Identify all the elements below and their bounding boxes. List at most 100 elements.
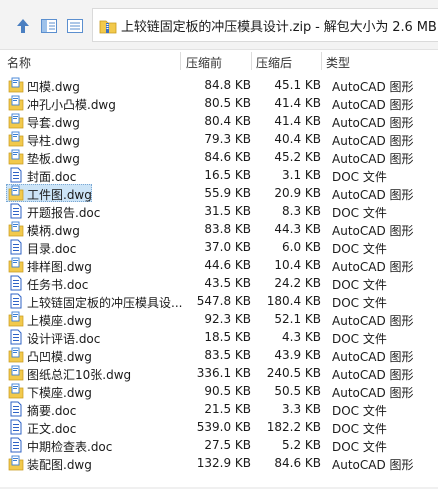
file-compressed-size: 43.9 KB bbox=[274, 348, 321, 362]
file-name: 凹模.dwg bbox=[27, 80, 80, 94]
toggle-pane-button[interactable] bbox=[40, 17, 58, 35]
file-row[interactable]: 开题报告.doc 31.5 KB 8.3 KB DOC 文件 bbox=[0, 202, 438, 220]
file-row[interactable]: 工件图.dwg 55.9 KB 20.9 KB AutoCAD 图形 bbox=[0, 184, 438, 202]
dwg-icon bbox=[8, 131, 24, 147]
file-packed-size: 44.6 KB bbox=[204, 258, 251, 272]
file-row[interactable]: 排样图.dwg 44.6 KB 10.4 KB AutoCAD 图形 bbox=[0, 256, 438, 274]
column-header: 名称 压缩前 压缩后 类型 bbox=[0, 52, 438, 70]
file-name: 开题报告.doc bbox=[27, 206, 101, 220]
file-packed-size: 80.4 KB bbox=[204, 114, 251, 128]
doc-icon bbox=[8, 239, 24, 255]
column-packed-header[interactable]: 压缩前 bbox=[186, 54, 222, 71]
file-compressed-size: 6.0 KB bbox=[282, 240, 321, 254]
file-row[interactable]: 凸凹模.dwg 83.5 KB 43.9 KB AutoCAD 图形 bbox=[0, 346, 438, 364]
file-packed-size: 18.5 KB bbox=[204, 330, 251, 344]
file-packed-size: 21.5 KB bbox=[204, 402, 251, 416]
file-packed-size: 80.5 KB bbox=[204, 96, 251, 110]
dwg-icon bbox=[8, 347, 24, 363]
doc-icon bbox=[8, 293, 24, 309]
file-row[interactable]: 冲孔小凸模.dwg 80.5 KB 41.4 KB AutoCAD 图形 bbox=[0, 94, 438, 112]
doc-icon bbox=[8, 275, 24, 291]
file-row[interactable]: 封面.doc 16.5 KB 3.1 KB DOC 文件 bbox=[0, 166, 438, 184]
file-name: 上模座.dwg bbox=[27, 314, 92, 328]
dwg-icon bbox=[8, 455, 24, 471]
up-level-button[interactable] bbox=[14, 17, 32, 35]
file-name: 目录.doc bbox=[27, 242, 77, 256]
file-row[interactable]: 导套.dwg 80.4 KB 41.4 KB AutoCAD 图形 bbox=[0, 112, 438, 130]
dwg-icon bbox=[8, 113, 24, 129]
file-compressed-size: 182.2 KB bbox=[266, 420, 321, 434]
address-bar[interactable]: 上较链固定板的冲压模具设计.zip - 解包大小为 2.6 MB bbox=[92, 8, 438, 42]
file-compressed-size: 50.5 KB bbox=[274, 384, 321, 398]
file-compressed-size: 20.9 KB bbox=[274, 186, 321, 200]
view-mode-button[interactable] bbox=[66, 17, 84, 35]
column-divider[interactable] bbox=[251, 52, 252, 70]
file-row[interactable]: 垫板.dwg 84.6 KB 45.2 KB AutoCAD 图形 bbox=[0, 148, 438, 166]
file-row[interactable]: 上较链固定板的冲压模具设... 547.8 KB 180.4 KB DOC 文件 bbox=[0, 292, 438, 310]
file-row[interactable]: 凹模.dwg 84.8 KB 45.1 KB AutoCAD 图形 bbox=[0, 76, 438, 94]
file-row[interactable]: 任务书.doc 43.5 KB 24.2 KB DOC 文件 bbox=[0, 274, 438, 292]
file-packed-size: 31.5 KB bbox=[204, 204, 251, 218]
file-row[interactable]: 中期检查表.doc 27.5 KB 5.2 KB DOC 文件 bbox=[0, 436, 438, 454]
doc-icon bbox=[8, 203, 24, 219]
file-type: AutoCAD 图形 bbox=[332, 188, 414, 202]
dwg-icon bbox=[8, 365, 24, 381]
file-list: 凹模.dwg 84.8 KB 45.1 KB AutoCAD 图形 冲孔小凸模.dwg 8… bbox=[0, 76, 438, 472]
column-divider[interactable] bbox=[321, 52, 322, 70]
file-name: 设计评语.doc bbox=[27, 332, 101, 346]
file-packed-size: 84.8 KB bbox=[204, 78, 251, 92]
file-type: DOC 文件 bbox=[332, 332, 387, 346]
file-row[interactable]: 图纸总汇10张.dwg 336.1 KB 240.5 KB AutoCAD 图形 bbox=[0, 364, 438, 382]
column-divider[interactable] bbox=[180, 52, 181, 70]
file-packed-size: 547.8 KB bbox=[196, 294, 251, 308]
doc-icon bbox=[8, 329, 24, 345]
file-name: 工件图.dwg bbox=[27, 188, 92, 202]
file-type: AutoCAD 图形 bbox=[332, 386, 414, 400]
file-compressed-size: 44.3 KB bbox=[274, 222, 321, 236]
file-type: DOC 文件 bbox=[332, 404, 387, 418]
file-type: AutoCAD 图形 bbox=[332, 314, 414, 328]
doc-icon bbox=[8, 167, 24, 183]
column-name-header[interactable]: 名称 bbox=[7, 54, 31, 71]
file-row[interactable]: 下模座.dwg 90.5 KB 50.5 KB AutoCAD 图形 bbox=[0, 382, 438, 400]
file-name: 导柱.dwg bbox=[27, 134, 80, 148]
file-packed-size: 84.6 KB bbox=[204, 150, 251, 164]
file-name: 装配图.dwg bbox=[27, 458, 92, 472]
file-row[interactable]: 模柄.dwg 83.8 KB 44.3 KB AutoCAD 图形 bbox=[0, 220, 438, 238]
file-row[interactable]: 上模座.dwg 92.3 KB 52.1 KB AutoCAD 图形 bbox=[0, 310, 438, 328]
file-row[interactable]: 目录.doc 37.0 KB 6.0 KB DOC 文件 bbox=[0, 238, 438, 256]
file-compressed-size: 240.5 KB bbox=[266, 366, 321, 380]
dwg-icon bbox=[8, 383, 24, 399]
file-row[interactable]: 导柱.dwg 79.3 KB 40.4 KB AutoCAD 图形 bbox=[0, 130, 438, 148]
file-name: 正文.doc bbox=[27, 422, 77, 436]
file-name: 垫板.dwg bbox=[27, 152, 80, 166]
dwg-icon bbox=[8, 77, 24, 93]
file-packed-size: 83.8 KB bbox=[204, 222, 251, 236]
file-row[interactable]: 摘要.doc 21.5 KB 3.3 KB DOC 文件 bbox=[0, 400, 438, 418]
file-type: DOC 文件 bbox=[332, 278, 387, 292]
dwg-icon bbox=[8, 149, 24, 165]
file-type: DOC 文件 bbox=[332, 206, 387, 220]
file-name: 下模座.dwg bbox=[27, 386, 92, 400]
file-packed-size: 79.3 KB bbox=[204, 132, 251, 146]
file-packed-size: 27.5 KB bbox=[204, 438, 251, 452]
file-type: AutoCAD 图形 bbox=[332, 116, 414, 130]
column-compressed-header[interactable]: 压缩后 bbox=[256, 54, 292, 71]
file-name: 凸凹模.dwg bbox=[27, 350, 92, 364]
file-packed-size: 16.5 KB bbox=[204, 168, 251, 182]
file-row[interactable]: 设计评语.doc 18.5 KB 4.3 KB DOC 文件 bbox=[0, 328, 438, 346]
column-type-header[interactable]: 类型 bbox=[326, 54, 350, 71]
file-type: DOC 文件 bbox=[332, 422, 387, 436]
zip-archive-icon bbox=[99, 20, 117, 34]
file-type: AutoCAD 图形 bbox=[332, 458, 414, 472]
file-name: 中期检查表.doc bbox=[27, 440, 113, 454]
file-packed-size: 43.5 KB bbox=[204, 276, 251, 290]
doc-icon bbox=[8, 401, 24, 417]
file-row[interactable]: 装配图.dwg 132.9 KB 84.6 KB AutoCAD 图形 bbox=[0, 454, 438, 472]
file-row[interactable]: 正文.doc 539.0 KB 182.2 KB DOC 文件 bbox=[0, 418, 438, 436]
file-type: AutoCAD 图形 bbox=[332, 134, 414, 148]
file-compressed-size: 10.4 KB bbox=[274, 258, 321, 272]
list-view-icon bbox=[67, 19, 83, 33]
file-type: AutoCAD 图形 bbox=[332, 98, 414, 112]
file-name: 任务书.doc bbox=[27, 278, 89, 292]
